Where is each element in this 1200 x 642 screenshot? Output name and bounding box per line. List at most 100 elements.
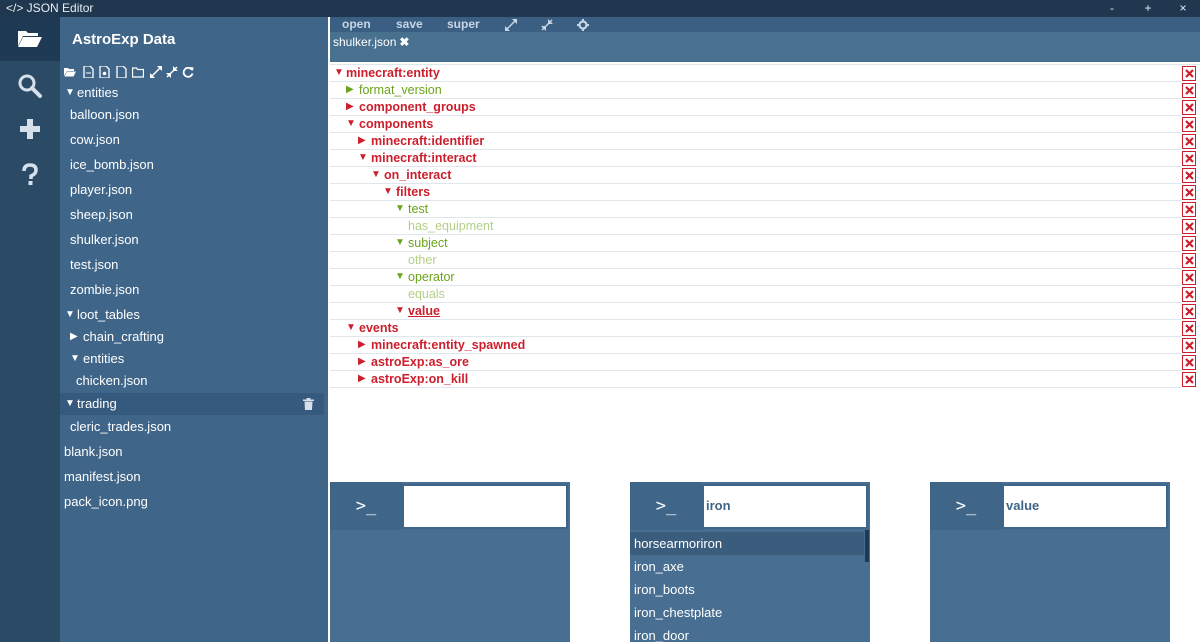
- caret-icon[interactable]: ▼: [371, 167, 381, 183]
- save-menu-button[interactable]: save: [396, 17, 423, 32]
- json-key[interactable]: on_interact: [384, 167, 451, 183]
- minimize-button[interactable]: -: [1095, 0, 1129, 17]
- tree-file-manifest[interactable]: manifest.json: [60, 466, 324, 488]
- caret-icon[interactable]: ▼: [383, 184, 393, 200]
- json-node[interactable]: ▼ components: [330, 116, 1181, 133]
- caret-icon[interactable]: ▼: [346, 116, 356, 132]
- json-key[interactable]: format_version: [359, 82, 442, 98]
- caret-icon[interactable]: ▼: [395, 303, 405, 319]
- delete-node-button[interactable]: [1182, 372, 1196, 387]
- delete-node-button[interactable]: [1182, 219, 1196, 234]
- json-key[interactable]: minecraft:entity_spawned: [371, 337, 525, 353]
- close-tab-icon[interactable]: ✖: [399, 35, 409, 49]
- tree-folder-loot-tables[interactable]: ▼ loot_tables: [60, 304, 324, 326]
- help-button[interactable]: [0, 153, 60, 197]
- settings-icon[interactable]: [577, 19, 589, 31]
- json-value[interactable]: other: [330, 252, 1181, 269]
- tree-file-test[interactable]: test.json: [60, 254, 324, 276]
- delete-node-button[interactable]: [1182, 338, 1196, 353]
- json-node[interactable]: ▼ operator: [330, 269, 1181, 286]
- collapse-icon[interactable]: [166, 66, 178, 78]
- json-key[interactable]: subject: [408, 235, 448, 251]
- close-window-button[interactable]: ×: [1166, 0, 1200, 17]
- json-node[interactable]: ▶ astroExp:as_ore: [330, 354, 1181, 371]
- json-key[interactable]: component_groups: [359, 99, 476, 115]
- caret-icon[interactable]: ▼: [346, 320, 356, 336]
- json-key[interactable]: test: [408, 201, 428, 217]
- tree-file-ice-bomb[interactable]: ice_bomb.json: [60, 154, 324, 176]
- json-value[interactable]: has_equipment: [330, 218, 1181, 235]
- caret-icon[interactable]: ▶: [346, 99, 354, 115]
- collapse-icon[interactable]: [541, 19, 553, 31]
- new-doc-icon[interactable]: [115, 66, 127, 78]
- caret-icon[interactable]: ▼: [395, 201, 405, 217]
- open-folder-icon[interactable]: [64, 66, 76, 78]
- tree-folder-loot-entities[interactable]: ▼ entities: [60, 348, 324, 370]
- tree-folder-entities[interactable]: ▼ entities: [60, 82, 324, 104]
- caret-icon[interactable]: ▶: [358, 371, 366, 387]
- open-menu-button[interactable]: open: [342, 17, 371, 32]
- json-value[interactable]: equals: [330, 286, 1181, 303]
- delete-node-button[interactable]: [1182, 100, 1196, 115]
- json-node[interactable]: ▼ test: [330, 201, 1181, 218]
- caret-icon[interactable]: ▶: [358, 354, 366, 370]
- suggestion-item[interactable]: iron_axe: [630, 555, 864, 578]
- json-value-text[interactable]: has_equipment: [408, 218, 493, 234]
- json-key[interactable]: operator: [408, 269, 455, 285]
- json-node[interactable]: ▶ component_groups: [330, 99, 1181, 116]
- delete-node-button[interactable]: [1182, 253, 1196, 268]
- caret-icon[interactable]: ▼: [65, 82, 75, 104]
- caret-icon[interactable]: ▶: [346, 82, 354, 98]
- caret-icon[interactable]: ▶: [358, 133, 366, 149]
- json-value-text[interactable]: equals: [408, 286, 445, 302]
- delete-node-button[interactable]: [1182, 185, 1196, 200]
- suggestion-item[interactable]: horsearmoriron: [630, 532, 864, 555]
- command-input[interactable]: iron: [702, 484, 868, 529]
- delete-node-button[interactable]: [1182, 83, 1196, 98]
- search-button[interactable]: [0, 63, 60, 107]
- json-node[interactable]: ▶ astroExp:on_kill: [330, 371, 1181, 388]
- new-json-icon[interactable]: [98, 66, 110, 78]
- expand-icon[interactable]: [505, 19, 517, 31]
- delete-node-button[interactable]: [1182, 304, 1196, 319]
- json-key[interactable]: astroExp:as_ore: [371, 354, 469, 370]
- json-key[interactable]: astroExp:on_kill: [371, 371, 468, 387]
- tree-folder-trading[interactable]: ▼ trading: [60, 393, 324, 415]
- trash-icon[interactable]: [303, 398, 314, 410]
- expand-icon[interactable]: [150, 66, 162, 78]
- json-key[interactable]: minecraft:interact: [371, 150, 477, 166]
- json-node[interactable]: ▼ filters: [330, 184, 1181, 201]
- caret-icon[interactable]: ▼: [358, 150, 368, 166]
- json-node[interactable]: ▼ minecraft:entity: [330, 65, 1181, 82]
- delete-node-button[interactable]: [1182, 168, 1196, 183]
- delete-node-button[interactable]: [1182, 355, 1196, 370]
- delete-node-button[interactable]: [1182, 270, 1196, 285]
- json-key[interactable]: components: [359, 116, 433, 132]
- tree-file-cleric-trades[interactable]: cleric_trades.json: [60, 416, 324, 438]
- new-folder-icon[interactable]: [132, 66, 144, 78]
- tree-folder-chain-crafting[interactable]: ▶ chain_crafting: [60, 326, 324, 348]
- delete-node-button[interactable]: [1182, 236, 1196, 251]
- tree-file-pack-icon[interactable]: pack_icon.png: [60, 491, 324, 513]
- add-button[interactable]: [0, 107, 60, 151]
- delete-node-button[interactable]: [1182, 134, 1196, 149]
- caret-icon[interactable]: ▼: [65, 393, 75, 415]
- json-key[interactable]: filters: [396, 184, 430, 200]
- delete-node-button[interactable]: [1182, 321, 1196, 336]
- tree-file-player[interactable]: player.json: [60, 179, 324, 201]
- json-node[interactable]: ▼ value: [330, 303, 1181, 320]
- caret-icon[interactable]: ▶: [70, 326, 78, 348]
- suggestion-item[interactable]: iron_boots: [630, 578, 864, 601]
- json-node[interactable]: ▼ minecraft:interact: [330, 150, 1181, 167]
- json-value-text[interactable]: other: [408, 252, 437, 268]
- tab-shulker-json[interactable]: shulker.json ✖: [330, 32, 416, 54]
- suggestion-item[interactable]: iron_chestplate: [630, 601, 864, 624]
- caret-icon[interactable]: ▶: [358, 337, 366, 353]
- json-key[interactable]: events: [359, 320, 399, 336]
- delete-node-button[interactable]: [1182, 287, 1196, 302]
- command-input[interactable]: value: [1002, 484, 1168, 529]
- command-input[interactable]: [402, 484, 568, 529]
- super-menu-button[interactable]: super: [447, 17, 480, 32]
- json-key[interactable]: value: [408, 303, 440, 319]
- json-node[interactable]: ▼ events: [330, 320, 1181, 337]
